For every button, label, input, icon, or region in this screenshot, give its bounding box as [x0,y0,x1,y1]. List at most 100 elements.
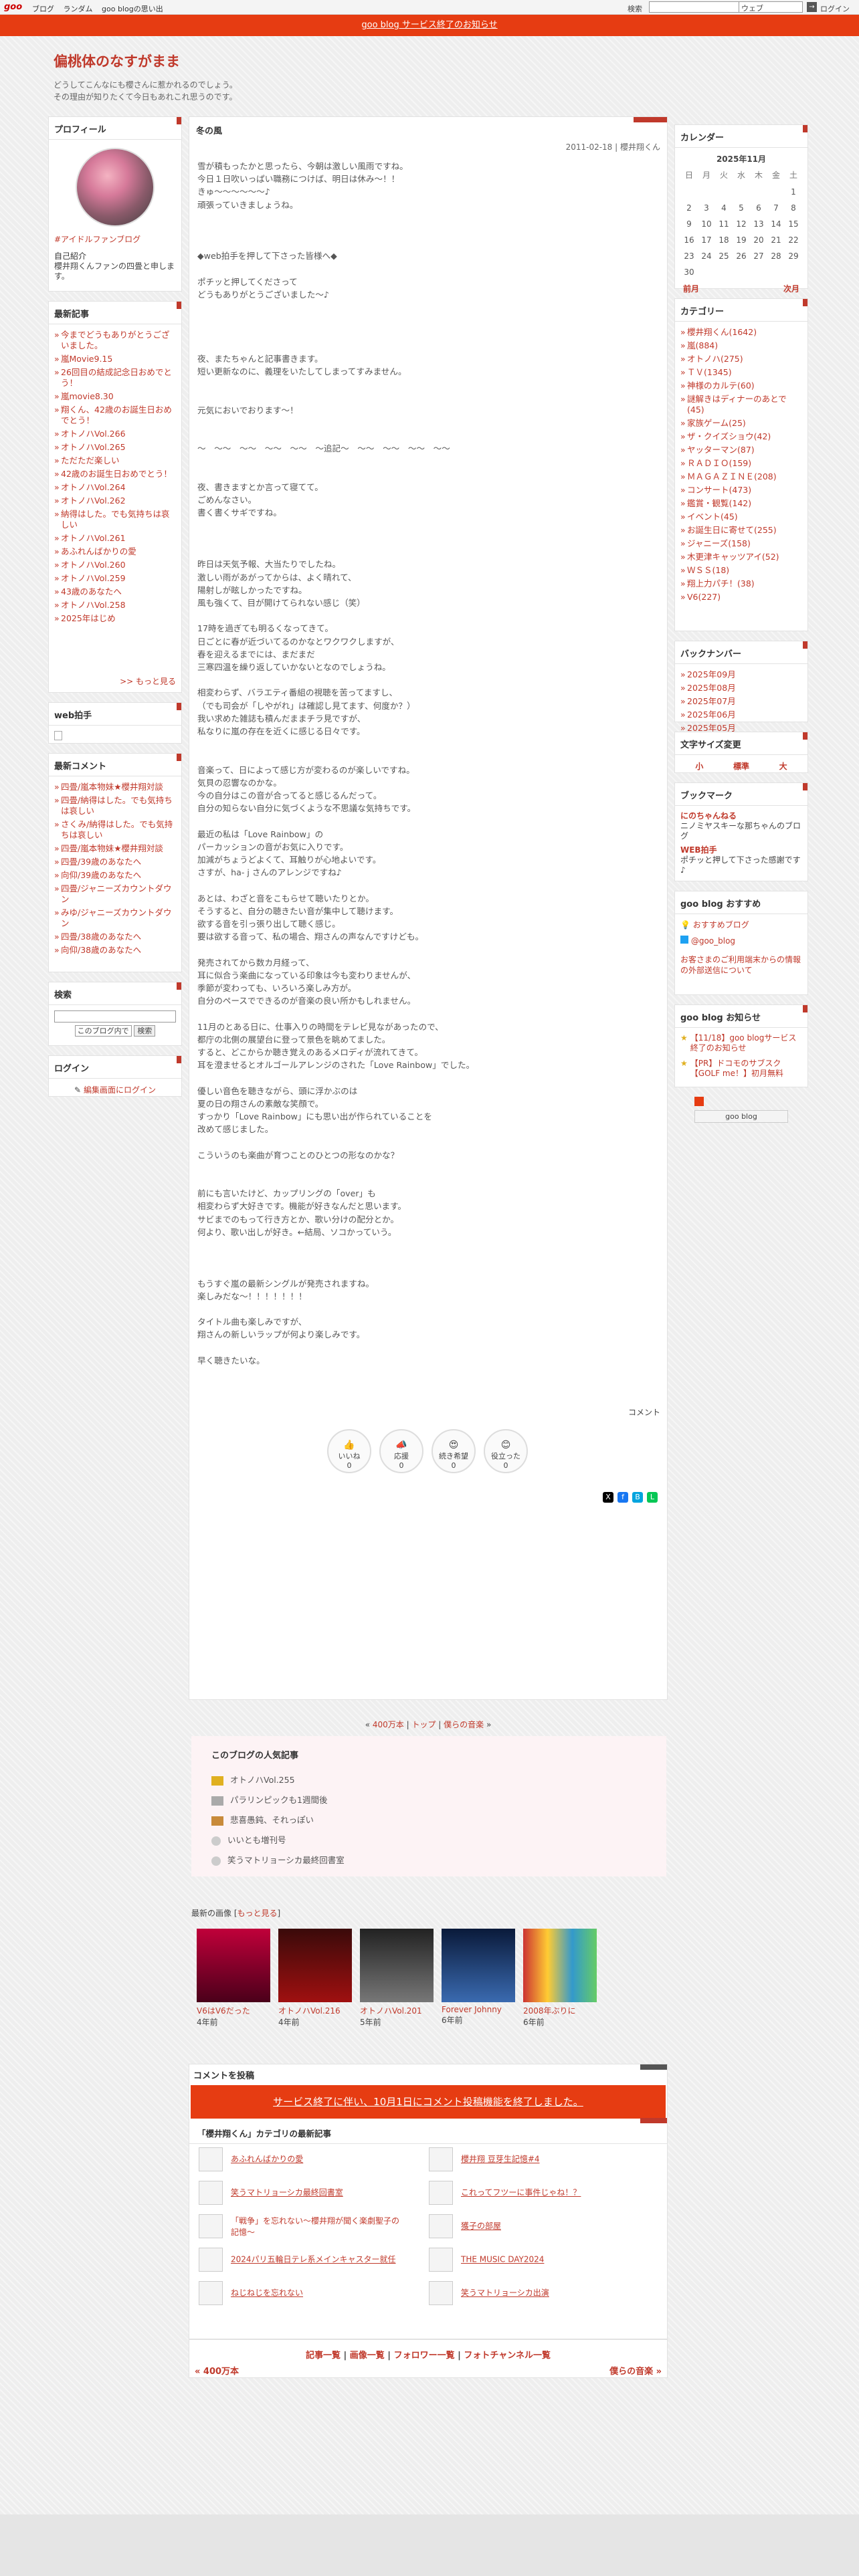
image-item[interactable]: 2008年ぶりに 6年前 [523,1929,597,2028]
category-link[interactable]: 神様のカルテ(60) [680,381,802,391]
recent-article-link[interactable]: 嵐movie8.30 [54,391,176,402]
recent-comment-link[interactable]: 四畳/ジャニーズカウントダウン [54,883,176,905]
reaction-cheer[interactable]: 📣 応援 0 [379,1429,423,1473]
popular-item[interactable]: 悲喜愚鈍、それっぽい [211,1810,646,1830]
category-link[interactable]: ヤッターマン(87) [680,445,802,455]
font-large-button[interactable]: 大 [779,760,787,772]
popular-item[interactable]: 笑うマトリョーシカ最終回書室 [211,1850,646,1870]
photo-channels-link[interactable]: フォトチャンネル一覧 [464,2351,551,2361]
category-link[interactable]: 謎解きはディナーのあとで(45) [680,394,802,415]
category-link[interactable]: ザ・クイズショウ(42) [680,431,802,442]
blog-title[interactable]: 偏桃体のなすがまま [54,51,803,71]
images-more-link[interactable]: もっと見る [237,1909,278,1918]
recent-article-link[interactable]: オトノハVol.266 [54,429,176,439]
nav-random[interactable]: ランダム [64,5,93,13]
recent-comment-link[interactable]: 四畳/嵐本物妹★櫻井翔対談 [54,843,176,854]
comment-closed-notice[interactable]: サービス終了に伴い、10月1日にコメント投稿機能を終了しました。 [191,2085,666,2119]
footer-prev[interactable]: « 400万本 [195,2364,239,2377]
recent-article-link[interactable]: オトノハVol.262 [54,496,176,506]
category-link[interactable]: ジャニーズ(158) [680,538,802,549]
recent-article-link[interactable]: 2025年はじめ [54,613,176,624]
nav-blog[interactable]: ブログ [32,5,54,13]
image-item[interactable]: Forever Johnny 6年前 [442,1929,515,2026]
category-link[interactable]: 鑑賞・観覧(142) [680,498,802,509]
blog-search-button[interactable]: 検索 [134,1025,156,1037]
nav-memories[interactable]: goo blogの思い出 [102,5,163,13]
recent-article-link[interactable]: ただただ楽しい [54,455,176,466]
more-link[interactable]: >> もっと見る [120,675,176,687]
recent-article-link[interactable]: オトノハVol.265 [54,442,176,453]
bookmark-link[interactable]: WEB拍手 [680,845,802,855]
category-link[interactable]: ＲＡＤＩＯ(159) [680,458,802,469]
font-normal-button[interactable]: 標準 [733,760,749,772]
hatena-share-icon[interactable]: B [632,1492,643,1503]
recent-article-link[interactable]: 42歳のお誕生日おめでとう！ [54,469,176,479]
recent-article-link[interactable]: 嵐Movie9.15 [54,354,176,364]
login-link[interactable]: ログイン [820,3,850,14]
recent-comment-link[interactable]: 向仰/39歳のあなたへ [54,870,176,881]
pager-prev[interactable]: 400万本 [373,1720,404,1729]
category-link[interactable]: 翔上力パチ！(38) [680,578,802,589]
recent-comment-link[interactable]: 四畳/嵐本物妹★櫻井翔対談 [54,782,176,792]
category-article-link[interactable]: 「戦争」を忘れない〜櫻井翔が聞く楽劇聖子の記憶〜 [199,2214,426,2238]
backnumber-link[interactable]: 2025年09月 [680,669,802,680]
reaction-useful[interactable]: 😊 役立った 0 [484,1429,528,1473]
category-article-link[interactable]: 2024パリ五輪日テレ系メインキャスター就任 [199,2248,426,2272]
recent-comment-link[interactable]: 四畳/39歳のあなたへ [54,857,176,867]
recent-comment-link[interactable]: さくみ/納得はした。でも気持ちは哀しい [54,819,176,841]
all-articles-link[interactable]: 記事一覧 [306,2351,341,2361]
recent-comment-link[interactable]: 四畳/38歳のあなたへ [54,932,176,942]
news-item[interactable]: ★ 【11/18】goo blogサービス終了のお知らせ [680,1033,802,1053]
recent-comment-link[interactable]: みゆ/ジャニーズカウントダウン [54,907,176,929]
popular-item[interactable]: いいとも増刊号 [211,1830,646,1850]
bookmark-link[interactable]: にのちゃんねる [680,811,802,821]
recent-comment-link[interactable]: 向仰/38歳のあなたへ [54,945,176,956]
category-article-link[interactable]: 笑うマトリョーシカ出演 [429,2281,656,2305]
category-link[interactable]: お誕生日に寄せて(255) [680,525,802,536]
calendar-prev[interactable]: 前月 [683,283,699,294]
image-item[interactable]: オトノハVol.201 5年前 [360,1929,434,2028]
category-link[interactable]: オトノハ(275) [680,354,802,364]
pager-next[interactable]: 僕らの音楽 [444,1720,484,1729]
goo-blog-badge[interactable]: goo blog [694,1110,788,1123]
blog-search-input[interactable] [54,1010,176,1023]
search-scope-select[interactable]: ウェブ [739,1,803,13]
external-notice-link[interactable]: お客さまのご利用端末からの情報の外部送信について [680,954,802,976]
comment-label[interactable]: コメント [628,1406,660,1418]
recent-article-link[interactable]: オトノハVol.261 [54,533,176,544]
recent-article-link[interactable]: 翔くん、42歳のお誕生日おめでとう！ [54,405,176,426]
category-article-link[interactable]: 笑うマトリョーシカ最終回書室 [199,2181,426,2205]
recommend-blog-link[interactable]: 💡 おすすめブログ [680,920,802,930]
service-end-banner[interactable]: goo blog サービス終了のお知らせ [0,15,859,36]
all-images-link[interactable]: 画像一覧 [350,2351,385,2361]
category-link[interactable]: 家族ゲーム(25) [680,418,802,429]
banner-text[interactable]: goo blog サービス終了のお知らせ [0,15,859,36]
backnumber-link[interactable]: 2025年06月 [680,710,802,720]
recent-article-link[interactable]: オトノハVol.259 [54,573,176,584]
pager-top[interactable]: トップ [411,1720,436,1729]
recent-article-link[interactable]: オトノハVol.258 [54,600,176,611]
facebook-share-icon[interactable]: f [617,1492,628,1503]
popular-item[interactable]: オトノハVol.255 [211,1770,646,1790]
category-link[interactable]: 木更津キャッツアイ(52) [680,552,802,562]
recent-article-link[interactable]: 43歳のあなたへ [54,586,176,597]
recent-article-link[interactable]: オトノハVol.264 [54,482,176,493]
recent-article-link[interactable]: 26回目の結成記念日おめでとう！ [54,367,176,389]
avatar[interactable] [76,148,155,227]
category-link[interactable]: イベント(45) [680,512,802,522]
category-link[interactable]: 嵐(884) [680,340,802,351]
category-article-link[interactable]: ねじねじを忘れない [199,2281,426,2305]
image-item[interactable]: V6はV6だった 4年前 [197,1929,270,2028]
recent-article-link[interactable]: あふれんばかりの愛 [54,546,176,557]
footer-next[interactable]: 僕らの音楽 » [609,2364,662,2377]
rss-icon[interactable] [694,1097,704,1106]
line-share-icon[interactable]: L [647,1492,658,1503]
category-link[interactable]: ＴＶ(1345) [680,367,802,378]
reaction-like[interactable]: 👍 いいね 0 [327,1429,371,1473]
search-go-button[interactable]: → [807,2,817,12]
category-link[interactable]: 櫻井翔くん(1642) [680,327,802,338]
hashtag-link[interactable]: #アイドルファンブログ [54,233,176,245]
category-link[interactable]: コンサート(473) [680,485,802,496]
calendar-next[interactable]: 次月 [783,283,799,294]
image-item[interactable]: オトノハVol.216 4年前 [278,1929,352,2028]
